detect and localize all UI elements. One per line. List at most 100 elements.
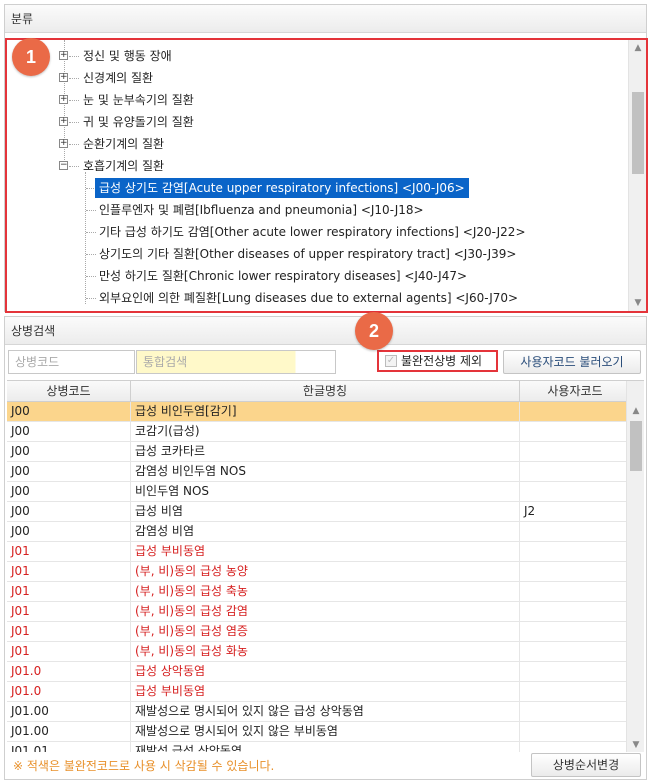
category-tree: + 정신 및 행동 장애 + 신경계의 질환 + 눈 및 눈부속기의 질환 + 귀 및 유양돌… xyxy=(5,38,648,313)
column-header-user-code[interactable]: 사용자코드 xyxy=(520,381,631,402)
table-row[interactable]: J01.01 재발성 급성 상악동염 xyxy=(7,742,631,752)
expand-plus-icon[interactable]: + xyxy=(59,73,68,82)
tree-node[interactable]: + 신경계의 질환 xyxy=(7,68,607,88)
grid-scrollbar[interactable]: ▲ ▼ xyxy=(626,381,644,752)
table-row[interactable]: J01.0 급성 상악동염 xyxy=(7,662,631,682)
table-row[interactable]: J01 (부, 비)동의 급성 화농 xyxy=(7,642,631,662)
table-row[interactable]: J00 급성 비인두염[감기] xyxy=(7,402,631,422)
tree-node[interactable]: + 귀 및 유양돌기의 질환 xyxy=(7,112,607,132)
tree-node-label: 정신 및 행동 장애 xyxy=(83,49,172,63)
tree-node-label: 귀 및 유양돌기의 질환 xyxy=(83,115,194,129)
cell-code: J01 xyxy=(7,602,131,622)
cell-name: 코감기(급성) xyxy=(131,422,520,442)
column-header-code[interactable]: 상병코드 xyxy=(7,381,131,402)
cell-name: (부, 비)동의 급성 농양 xyxy=(131,562,520,582)
exclude-incomplete-toggle[interactable]: ✓ 불완전상병 제외 xyxy=(377,350,498,372)
table-row[interactable]: J00 감염성 비인두염 NOS xyxy=(7,462,631,482)
cell-user-code xyxy=(520,542,631,562)
tree-scrollbar[interactable]: ▲ ▼ xyxy=(628,40,646,311)
scroll-up-icon[interactable]: ▲ xyxy=(629,40,646,56)
cell-name: (부, 비)동의 급성 감염 xyxy=(131,602,520,622)
table-row[interactable]: J00 코감기(급성) xyxy=(7,422,631,442)
tree-child-node[interactable]: 급성 상기도 감염[Acute upper respiratory infect… xyxy=(7,178,607,198)
table-row[interactable]: J01.00 재발성으로 명시되어 있지 않은 급성 상악동염 xyxy=(7,702,631,722)
table-row[interactable]: J01 (부, 비)동의 급성 축농 xyxy=(7,582,631,602)
cell-code: J01.0 xyxy=(7,662,131,682)
cell-code: J01.0 xyxy=(7,682,131,702)
expand-plus-icon[interactable]: + xyxy=(59,139,68,148)
grid-scroll-down-icon[interactable]: ▼ xyxy=(627,737,644,752)
tree-node[interactable]: + 정신 및 행동 장애 xyxy=(7,46,607,66)
tree-child-label: 상기도의 기타 질환[Other diseases of upper respi… xyxy=(99,247,517,261)
table-row[interactable]: J01 (부, 비)동의 급성 감염 xyxy=(7,602,631,622)
tree-child-node[interactable]: 인플루엔자 및 폐렴[Ibfluenza and pneumonia] <J10… xyxy=(7,200,607,220)
code-search-input[interactable] xyxy=(8,350,135,374)
search-toolbar: ✓ 불완전상병 제외 사용자코드 불러오기 xyxy=(5,346,646,378)
cell-user-code xyxy=(520,402,631,422)
category-tree-content: + 정신 및 행동 장애 + 신경계의 질환 + 눈 및 눈부속기의 질환 + 귀 및 유양돌… xyxy=(7,40,626,311)
grid-scroll-thumb[interactable] xyxy=(630,421,642,471)
cell-user-code xyxy=(520,522,631,542)
cell-code: J01 xyxy=(7,582,131,602)
expand-plus-icon[interactable]: + xyxy=(59,51,68,60)
table-row[interactable]: J01 (부, 비)동의 급성 농양 xyxy=(7,562,631,582)
tree-child-node[interactable]: 만성 하기도 질환[Chronic lower respiratory dise… xyxy=(7,266,607,286)
cell-user-code xyxy=(520,462,631,482)
tree-child-node[interactable]: 외부요인에 의한 폐질환[Lung diseases due to extern… xyxy=(7,288,607,308)
cell-name: 급성 상악동염 xyxy=(131,662,520,682)
table-row[interactable]: J01 (부, 비)동의 급성 염증 xyxy=(7,622,631,642)
cell-user-code xyxy=(520,442,631,462)
scroll-down-icon[interactable]: ▼ xyxy=(629,295,646,311)
table-row[interactable]: J01.00 재발성으로 명시되어 있지 않은 부비동염 xyxy=(7,722,631,742)
tree-node[interactable]: + 눈 및 눈부속기의 질환 xyxy=(7,90,607,110)
cell-code: J01 xyxy=(7,622,131,642)
table-row[interactable]: J00 급성 비염 J2 xyxy=(7,502,631,522)
cell-name: 재발성으로 명시되어 있지 않은 급성 상악동염 xyxy=(131,702,520,722)
diagnosis-grid: 상병코드 한글명칭 사용자코드 J00 급성 비인두염[감기] J00 코감기(급성)… xyxy=(7,380,644,752)
table-row[interactable]: J00 비인두염 NOS xyxy=(7,482,631,502)
tree-scroll-thumb[interactable] xyxy=(632,92,644,174)
cell-user-code xyxy=(520,582,631,602)
cell-name: 감염성 비인두염 NOS xyxy=(131,462,520,482)
tree-node[interactable]: − 호흡기계의 질환 xyxy=(7,156,607,176)
cell-user-code xyxy=(520,602,631,622)
cell-name: (부, 비)동의 급성 축농 xyxy=(131,582,520,602)
tree-child-node[interactable]: 상기도의 기타 질환[Other diseases of upper respi… xyxy=(7,244,607,264)
collapse-minus-icon[interactable]: − xyxy=(59,161,68,170)
cell-code: J00 xyxy=(7,442,131,462)
cell-code: J01 xyxy=(7,642,131,662)
load-user-code-button[interactable]: 사용자코드 불러오기 xyxy=(503,350,641,374)
search-footer: ※ 적색은 불완전코드로 사용 시 삭감될 수 있습니다. 상병순서변경 xyxy=(5,753,646,779)
cell-code: J01.00 xyxy=(7,722,131,742)
search-panel-title: 상병검색 xyxy=(5,317,646,345)
callout-badge-1: 1 xyxy=(12,38,50,76)
cell-name: 급성 비염 xyxy=(131,502,520,522)
cell-user-code xyxy=(520,662,631,682)
column-header-name[interactable]: 한글명칭 xyxy=(131,381,520,402)
table-row[interactable]: J00 감염성 비염 xyxy=(7,522,631,542)
cell-code: J01 xyxy=(7,562,131,582)
expand-plus-icon[interactable]: + xyxy=(59,95,68,104)
checkbox-check-icon[interactable]: ✓ xyxy=(385,354,397,367)
category-panel: 분류 + 정신 및 행동 장애 + 신경계의 질환 + 눈 및 눈부속기의 질환 + 귀 및 … xyxy=(4,4,648,313)
cell-user-code xyxy=(520,682,631,702)
table-row[interactable]: J01.0 급성 부비동염 xyxy=(7,682,631,702)
cell-code: J00 xyxy=(7,482,131,502)
table-row[interactable]: J01 급성 부비동염 xyxy=(7,542,631,562)
tree-child-node[interactable]: 기타 급성 하기도 감염[Other acute lower respirato… xyxy=(7,222,607,242)
cell-name: (부, 비)동의 급성 화농 xyxy=(131,642,520,662)
reorder-diagnosis-button[interactable]: 상병순서변경 xyxy=(531,753,641,777)
grid-scroll-up-icon[interactable]: ▲ xyxy=(627,403,644,419)
tree-node-label: 신경계의 질환 xyxy=(83,71,154,85)
integrated-search-input[interactable] xyxy=(136,350,336,374)
cell-user-code xyxy=(520,482,631,502)
cell-user-code xyxy=(520,562,631,582)
cell-user-code xyxy=(520,422,631,442)
cell-name: (부, 비)동의 급성 염증 xyxy=(131,622,520,642)
cell-name: 감염성 비염 xyxy=(131,522,520,542)
cell-code: J01.00 xyxy=(7,702,131,722)
tree-node[interactable]: + 순환기계의 질환 xyxy=(7,134,607,154)
table-row[interactable]: J00 급성 코카타르 xyxy=(7,442,631,462)
diagnosis-search-panel: 상병검색 ✓ 불완전상병 제외 사용자코드 불러오기 상병코드 한글명칭 사용자코… xyxy=(4,316,647,780)
expand-plus-icon[interactable]: + xyxy=(59,117,68,126)
